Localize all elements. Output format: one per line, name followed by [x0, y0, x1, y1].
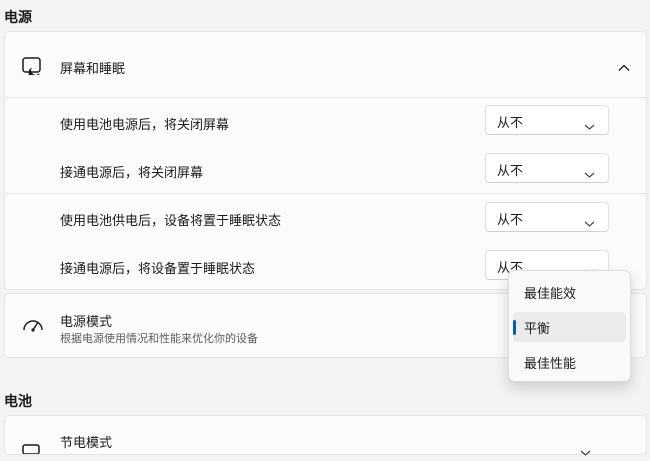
screen-sleep-header[interactable]: 屏幕和睡眠 — [5, 32, 646, 97]
option-label: 最佳能效 — [524, 287, 577, 302]
power-section-title: 电源 — [4, 10, 32, 26]
dropdown-value: 从不 — [497, 164, 524, 179]
plugged-screen-off-dropdown[interactable]: 从不 — [485, 153, 609, 183]
battery-screen-off-dropdown[interactable]: 从不 — [485, 105, 609, 135]
battery-screen-off-label: 使用电池电源后，将关闭屏幕 — [60, 118, 230, 133]
chevron-down-icon — [584, 213, 595, 232]
power-mode-description: 根据电源使用情况和性能来优化你的设备 — [60, 332, 258, 345]
screen-sleep-card: 屏幕和睡眠 使用电池电源后，将关闭屏幕 从不 接通电源后，将关闭屏幕 从不 使用… — [4, 31, 647, 290]
plugged-sleep-label: 接通电源后，将设备置于睡眠状态 — [60, 262, 256, 277]
battery-leaf-icon — [22, 439, 44, 458]
dropdown-value: 从不 — [497, 213, 524, 228]
chevron-down-icon — [584, 116, 595, 135]
power-mode-flyout: 最佳能效 平衡 最佳性能 — [508, 270, 631, 382]
option-label: 最佳性能 — [524, 357, 577, 372]
option-label: 平衡 — [524, 322, 551, 337]
chevron-up-icon[interactable] — [618, 58, 630, 77]
battery-sleep-dropdown[interactable]: 从不 — [485, 202, 609, 232]
dropdown-value: 从不 — [497, 116, 524, 131]
gauge-icon — [22, 318, 44, 338]
battery-sleep-label: 使用电池供电后，设备将置于睡眠状态 — [60, 214, 282, 229]
divider — [5, 97, 646, 98]
screen-sleep-title: 屏幕和睡眠 — [60, 62, 126, 77]
option-balanced[interactable]: 平衡 — [513, 312, 626, 342]
option-best-efficiency[interactable]: 最佳能效 — [513, 277, 626, 307]
battery-saver-title: 节电模式 — [60, 436, 113, 451]
chevron-down-icon — [584, 164, 595, 183]
plugged-screen-off-label: 接通电源后，将关闭屏幕 — [60, 166, 204, 181]
battery-saver-card[interactable]: 节电模式 — [4, 415, 647, 458]
monitor-sleep-icon — [22, 57, 42, 79]
power-mode-title: 电源模式 — [60, 315, 113, 330]
divider — [5, 193, 646, 194]
selected-indicator — [513, 320, 516, 335]
battery-section-title: 电池 — [4, 394, 32, 410]
option-best-performance[interactable]: 最佳性能 — [513, 347, 626, 377]
